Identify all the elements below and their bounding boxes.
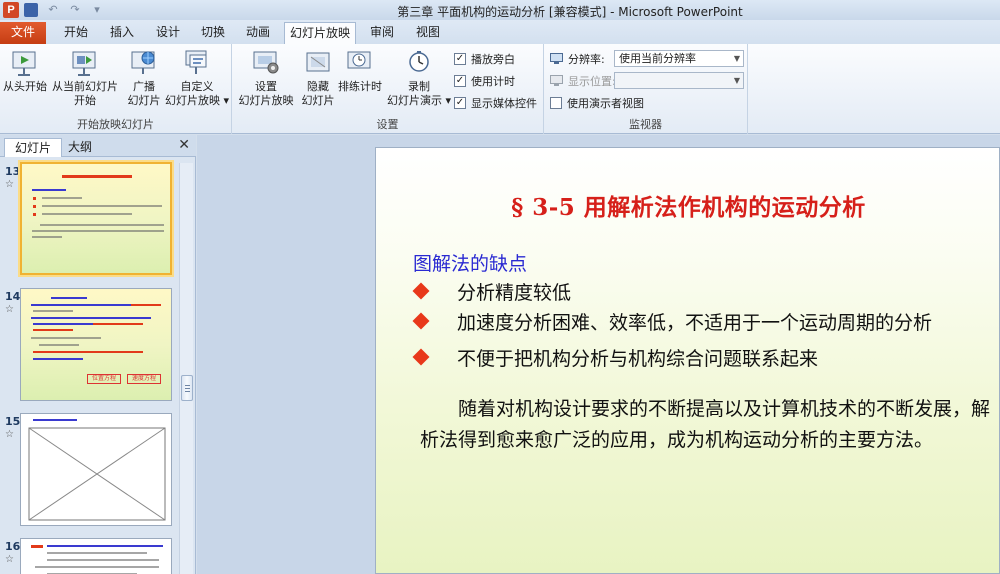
resolution-select[interactable]: 使用当前分辨率 ▼ xyxy=(614,50,744,67)
from-current-slide-button[interactable]: 从当前幻灯片 开始 xyxy=(50,48,120,108)
monitors-group: 分辨率: 使用当前分辨率 ▼ 显示位置: ▼ 使用演示者视图 监视器 xyxy=(544,44,748,134)
resolution-label: 分辨率: xyxy=(550,51,605,67)
current-slide[interactable]: § 3-5 用解析法作机构的运动分析 图解法的缺点 分析精度较低 加速度分析困难… xyxy=(375,147,1000,574)
slide-thumbnail-15[interactable] xyxy=(20,413,172,526)
slide-subtitle[interactable]: 图解法的缺点 xyxy=(413,249,527,276)
presenter-view-check[interactable] xyxy=(550,97,562,109)
hide-slide-button[interactable]: 隐藏 幻灯片 xyxy=(298,48,338,108)
tab-home[interactable]: 开始 xyxy=(56,22,96,44)
bullet-item[interactable]: 分析精度较低 xyxy=(412,278,571,305)
use-timings-check[interactable]: ✓ xyxy=(454,75,466,87)
tab-review[interactable]: 审阅 xyxy=(362,22,402,44)
velocity-equation-box: 速度方程 xyxy=(127,374,161,384)
start-slideshow-group: 从头开始 从当前幻灯片 开始 广播 幻灯片 自定义 幻灯片放映 ▾ 开始放映幻灯… xyxy=(0,44,232,134)
play-from-current-icon xyxy=(72,51,96,76)
presenter-view-checkbox[interactable]: 使用演示者视图 xyxy=(550,95,644,111)
window-title: 第三章 平面机构的运动分析 [兼容模式] - Microsoft PowerPo… xyxy=(397,5,743,19)
rehearse-timings-icon xyxy=(347,51,371,69)
hide-slide-icon xyxy=(306,52,330,72)
pane-tabs: 幻灯片 大纲 ✕ xyxy=(0,135,196,157)
diamond-bullet-icon xyxy=(412,282,430,300)
rehearse-timings-button[interactable]: 排练计时 xyxy=(338,48,382,94)
tab-design[interactable]: 设计 xyxy=(148,22,188,44)
group-label-setup: 设置 xyxy=(376,118,399,131)
broadcast-slideshow-button[interactable]: 广播 幻灯片 xyxy=(124,48,164,108)
tab-insert[interactable]: 插入 xyxy=(102,22,142,44)
slide-editing-area: § 3-5 用解析法作机构的运动分析 图解法的缺点 分析精度较低 加速度分析困难… xyxy=(197,135,1000,574)
diamond-bullet-icon xyxy=(412,312,430,330)
tab-file[interactable]: 文件 xyxy=(0,22,46,44)
custom-slideshow-icon xyxy=(185,50,207,74)
slide-number-16: 16 ☆ xyxy=(5,540,21,565)
title-bar: P ↶ ↷ ▾ 第三章 平面机构的运动分析 [兼容模式] - Microsoft… xyxy=(0,0,1000,20)
play-narrations-checkbox[interactable]: ✓ 播放旁白 xyxy=(454,51,515,67)
slide-number-15: 15 ☆ xyxy=(5,415,21,440)
slide-thumbnail-14[interactable]: 位置方程 速度方程 xyxy=(20,288,172,401)
show-on-label: 显示位置: xyxy=(550,73,616,89)
tab-slide-show[interactable]: 幻灯片放映 xyxy=(284,22,356,44)
show-on-select[interactable]: ▼ xyxy=(614,72,744,89)
ribbon-tabs: 文件 开始 插入 设计 切换 动画 幻灯片放映 审阅 视图 xyxy=(0,20,1000,44)
close-icon[interactable]: ✕ xyxy=(178,137,190,153)
tab-transitions[interactable]: 切换 xyxy=(193,22,233,44)
broadcast-icon xyxy=(131,51,155,74)
use-timings-checkbox[interactable]: ✓ 使用计时 xyxy=(454,73,515,89)
monitor-disabled-icon xyxy=(550,75,563,86)
scrollbar-thumb[interactable] xyxy=(181,375,193,401)
monitor-icon xyxy=(550,53,563,64)
chevron-down-icon: ▼ xyxy=(733,54,740,63)
show-media-controls-checkbox[interactable]: ✓ 显示媒体控件 xyxy=(454,95,537,111)
from-beginning-button[interactable]: 从头开始 xyxy=(2,48,48,94)
diamond-bullet-icon xyxy=(412,348,430,366)
chevron-down-icon: ▼ xyxy=(733,76,740,85)
tab-outline[interactable]: 大纲 xyxy=(58,138,102,157)
group-label-start-slideshow: 开始放映幻灯片 xyxy=(77,118,154,131)
play-from-start-icon xyxy=(12,51,36,76)
bullet-item[interactable]: 不便于把机构分析与机构综合问题联系起来 xyxy=(412,344,818,371)
bullet-item[interactable]: 加速度分析困难、效率低，不适用于一个运动周期的分析 xyxy=(412,308,932,335)
position-equation-box: 位置方程 xyxy=(87,374,121,384)
tab-animations[interactable]: 动画 xyxy=(238,22,278,44)
slide-thumbnail-16[interactable] xyxy=(20,538,172,574)
slide-paragraph[interactable]: 随着对机构设计要求的不断提高以及计算机技术的不断发展，解析法得到愈来愈广泛的应用… xyxy=(420,394,1000,456)
record-slideshow-button[interactable]: 录制 幻灯片演示 ▾ xyxy=(384,48,454,108)
slide-thumbnail-13[interactable] xyxy=(20,162,172,275)
slides-pane-scrollbar[interactable] xyxy=(179,163,193,574)
slide-title[interactable]: § 3-5 用解析法作机构的运动分析 xyxy=(376,188,1000,222)
setup-group: 设置 幻灯片放映 隐藏 幻灯片 排练计时 录制 幻灯片演示 ▾ ✓ 播放旁白 ✓… xyxy=(232,44,544,134)
slides-pane: 幻灯片 大纲 ✕ 13 ☆ 14 ☆ 位置方程 速度方程 15 ☆ 16 ☆ xyxy=(0,135,196,574)
record-slideshow-icon xyxy=(409,51,429,72)
play-narrations-check[interactable]: ✓ xyxy=(454,53,466,65)
image-placeholder xyxy=(28,427,166,521)
show-media-controls-check[interactable]: ✓ xyxy=(454,97,466,109)
group-label-monitors: 监视器 xyxy=(629,118,662,131)
tab-slides[interactable]: 幻灯片 xyxy=(4,138,63,157)
setup-slideshow-button[interactable]: 设置 幻灯片放映 xyxy=(236,48,296,108)
tab-view[interactable]: 视图 xyxy=(408,22,448,44)
slide-number-13: 13 ☆ xyxy=(5,165,21,190)
custom-slideshow-button[interactable]: 自定义 幻灯片放映 ▾ xyxy=(164,48,230,108)
slide-number-14: 14 ☆ xyxy=(5,290,21,315)
setup-slideshow-icon xyxy=(253,51,279,74)
ribbon: 从头开始 从当前幻灯片 开始 广播 幻灯片 自定义 幻灯片放映 ▾ 开始放映幻灯… xyxy=(0,44,1000,134)
